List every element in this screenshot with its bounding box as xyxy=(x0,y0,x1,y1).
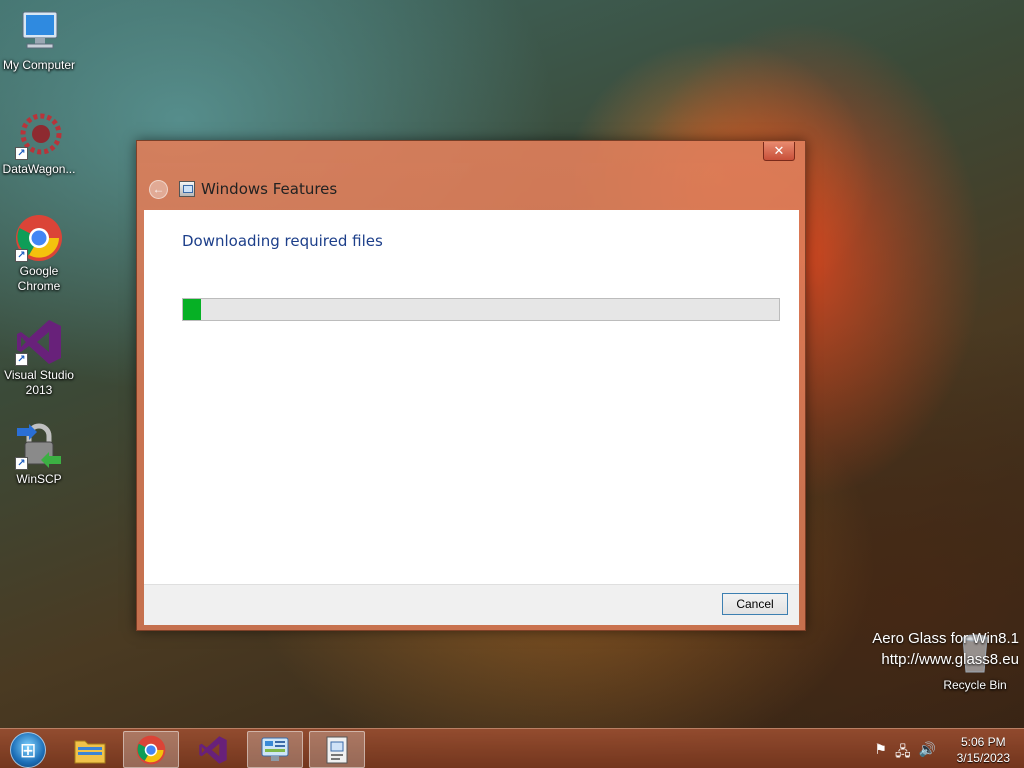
clock-date: 3/15/2023 xyxy=(956,751,1010,765)
datawagon-icon: ↗ xyxy=(15,112,63,160)
desktop-icon-my-computer[interactable]: My Computer xyxy=(0,8,78,73)
desktop-icon-label: Google Chrome xyxy=(17,264,61,293)
desktop-icon-label: Visual Studio 2013 xyxy=(4,368,74,397)
system-tray: ⚑ 🖧 🔊 xyxy=(874,741,936,765)
taskbar-windows-features[interactable] xyxy=(309,731,365,768)
network-icon[interactable]: 🖧 xyxy=(895,741,911,765)
windows-features-icon xyxy=(179,181,195,197)
watermark-line-1: Aero Glass for Win8.1 xyxy=(872,630,1019,647)
windows-features-dialog: ✕ ← Windows Features Downloading require… xyxy=(136,140,806,631)
start-button[interactable] xyxy=(10,732,46,768)
desktop-icon-label: Recycle Bin xyxy=(943,678,1007,692)
shortcut-arrow-icon: ↗ xyxy=(15,457,28,470)
clock-time: 5:06 PM xyxy=(960,735,1006,749)
speaker-icon[interactable]: 🔊 xyxy=(919,741,936,765)
dialog-footer: Cancel xyxy=(144,584,799,625)
close-button[interactable]: ✕ xyxy=(763,142,795,161)
taskbar-clock[interactable]: 5:06 PM 3/15/2023 xyxy=(957,734,1010,766)
desktop-icon-label: DataWagon... xyxy=(2,162,76,176)
desktop-icon-label: My Computer xyxy=(2,58,76,72)
taskbar-file-explorer[interactable] xyxy=(62,731,118,768)
desktop-icon-label: WinSCP xyxy=(16,472,62,486)
taskbar: ⚑ 🖧 🔊 5:06 PM 3/15/2023 xyxy=(0,728,1024,768)
shortcut-arrow-icon: ↗ xyxy=(15,147,28,160)
visual-studio-icon xyxy=(199,735,227,764)
windows-features-icon xyxy=(326,736,348,763)
taskbar-control-panel[interactable] xyxy=(247,731,303,768)
computer-icon xyxy=(15,8,63,56)
folder-icon xyxy=(74,740,106,763)
desktop-icon-google-chrome[interactable]: ↗ Google Chrome xyxy=(0,214,78,294)
aero-glass-watermark: Aero Glass for Win8.1 http://www.glass8.… xyxy=(872,628,1019,670)
visual-studio-icon: ↗ xyxy=(15,318,63,366)
chrome-icon: ↗ xyxy=(15,214,63,262)
download-progress-bar xyxy=(182,298,780,321)
desktop-icon-winscp[interactable]: ↗ WinSCP xyxy=(0,422,78,487)
control-panel-icon xyxy=(261,737,289,761)
progress-fill xyxy=(183,299,201,320)
winscp-icon: ↗ xyxy=(15,422,63,470)
dialog-title: Windows Features xyxy=(201,180,338,198)
shortcut-arrow-icon: ↗ xyxy=(15,353,28,366)
watermark-line-2: http://www.glass8.eu xyxy=(881,651,1019,668)
back-arrow-icon[interactable]: ← xyxy=(149,180,168,199)
taskbar-google-chrome[interactable] xyxy=(123,731,179,768)
desktop-icon-visual-studio[interactable]: ↗ Visual Studio 2013 xyxy=(0,318,78,398)
status-heading: Downloading required files xyxy=(182,232,383,250)
dialog-content: Downloading required files xyxy=(144,210,799,584)
taskbar-visual-studio[interactable] xyxy=(185,731,241,768)
chrome-icon xyxy=(136,735,166,764)
flag-icon[interactable]: ⚑ xyxy=(874,741,887,765)
desktop-icon-datawagon[interactable]: ↗ DataWagon... xyxy=(0,112,78,177)
cancel-button[interactable]: Cancel xyxy=(722,593,788,615)
shortcut-arrow-icon: ↗ xyxy=(15,249,28,262)
